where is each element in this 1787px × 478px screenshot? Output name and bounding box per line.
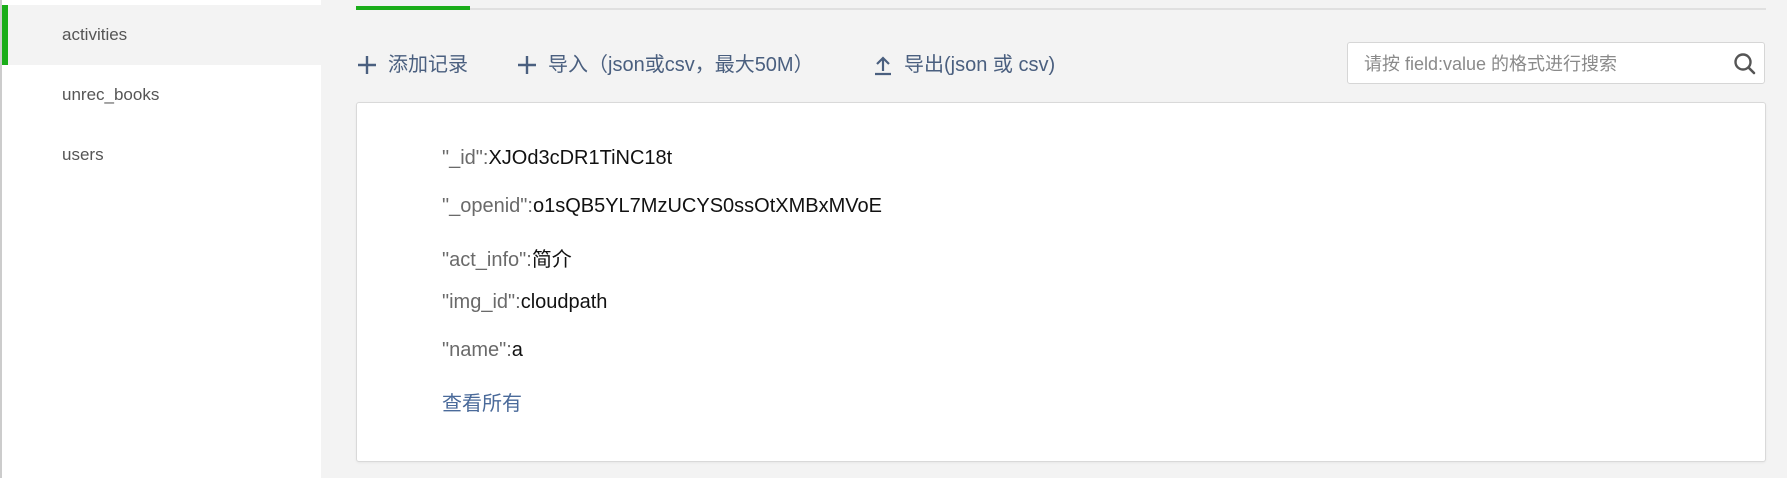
add-record-label: 添加记录 [388, 54, 468, 76]
plus-icon [358, 56, 376, 74]
field-key: "img_id" [442, 291, 516, 313]
search-icon[interactable] [1732, 51, 1758, 77]
field-value: cloudpath [520, 291, 608, 313]
search-box [1347, 42, 1765, 85]
record-field: "act_info":简介 [442, 243, 572, 272]
record-field: "img_id":cloudpath [442, 291, 607, 314]
sidebar-item-users[interactable]: users [0, 125, 321, 185]
search-input[interactable] [1362, 43, 1716, 85]
active-tab-indicator [356, 6, 470, 10]
sidebar-item-activities[interactable]: activities [0, 5, 321, 65]
view-all-link[interactable]: 查看所有 [442, 387, 522, 416]
add-record-button[interactable]: 添加记录 [356, 40, 468, 90]
record-field: "name":a [442, 339, 523, 362]
field-key: "_openid" [442, 195, 528, 217]
field-value: o1sQB5YL7MzUCYS0ssOtXMBxMVoE [532, 195, 882, 217]
record-field: "_openid":o1sQB5YL7MzUCYS0ssOtXMBxMVoE [442, 195, 882, 218]
plus-icon [518, 56, 536, 74]
record-field: "_id":XJOd3cDR1TiNC18t [442, 147, 672, 170]
window-left-edge [0, 0, 2, 478]
import-button[interactable]: 导入（json或csv，最大50M） [516, 40, 814, 90]
field-key: "_id" [442, 147, 483, 169]
field-value: a [511, 339, 523, 361]
collection-sidebar: activities unrec_books users [0, 0, 321, 478]
import-label: 导入（json或csv，最大50M） [548, 54, 814, 76]
upload-icon [875, 56, 891, 76]
field-value: XJOd3cDR1TiNC18t [488, 147, 673, 169]
field-value: 简介 [531, 249, 572, 271]
field-key: "act_info" [442, 249, 527, 271]
sidebar-item-label: activities [62, 25, 128, 44]
sidebar-item-label: users [62, 145, 104, 164]
sidebar-item-label: unrec_books [62, 85, 160, 104]
field-key: "name" [442, 339, 507, 361]
record-card[interactable]: "_id":XJOd3cDR1TiNC18t "_openid":o1sQB5Y… [356, 102, 1766, 462]
export-button[interactable]: 导出(json 或 csv) [872, 40, 1055, 90]
sidebar-item-unrec-books[interactable]: unrec_books [0, 65, 321, 125]
tabs-divider [356, 8, 1766, 10]
export-label: 导出(json 或 csv) [904, 54, 1056, 76]
